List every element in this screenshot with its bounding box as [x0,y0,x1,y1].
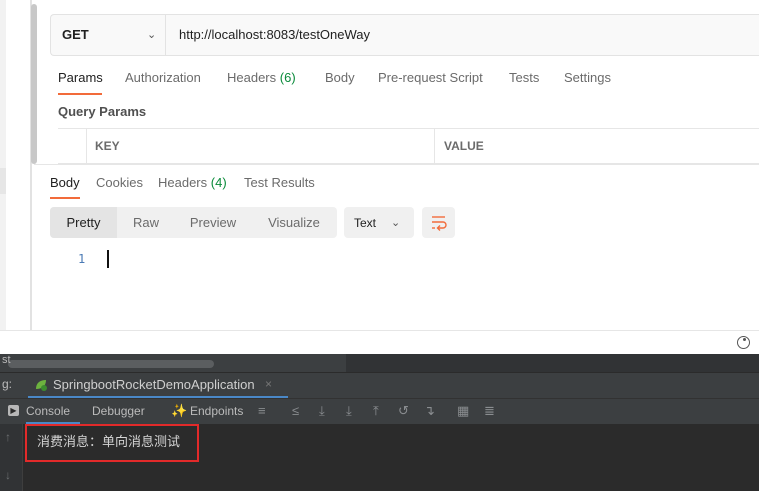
horizontal-scrollbar-thumb[interactable] [8,360,214,368]
view-raw-button[interactable]: Raw [117,207,175,238]
tab-params-underline [58,93,102,95]
format-label: Text [354,216,377,230]
tab-response-headers[interactable]: Headers (4) [158,175,227,190]
run-to-cursor-icon[interactable]: ↴ [424,403,435,419]
run-label: g: [2,377,13,391]
view-pretty-button[interactable]: Pretty [50,207,117,238]
spring-leaf-icon [36,380,47,391]
drop-frame-icon[interactable]: ↺ [398,403,409,419]
chevron-down-icon: ⌄ [391,217,401,229]
table-column-divider [434,129,435,163]
text-cursor [107,250,109,268]
show-execution-point-icon[interactable]: ≤ [292,403,299,418]
left-rail [0,0,6,330]
line-number: 1 [78,252,86,266]
tab-authorization[interactable]: Authorization [125,70,201,85]
vertical-scrollbar-thumb[interactable] [31,4,37,164]
response-divider[interactable] [34,164,759,165]
chevron-down-icon: ⌄ [147,29,157,41]
status-divider [0,330,759,331]
step-into-icon[interactable]: ⤓ [346,403,352,419]
step-out-icon[interactable]: ⤒ [373,403,379,419]
tab-response-body[interactable]: Body [50,175,80,190]
url-bar: GET ⌄ http://localhost:8083/testOneWay [50,14,759,56]
step-over-icon[interactable]: ⤓ [319,403,325,419]
wrap-lines-icon [432,216,447,231]
trace-icon[interactable]: ≣ [484,403,495,419]
tab-endpoints[interactable]: Endpoints [190,404,243,418]
console-icon: ▶ [8,405,19,416]
tab-test-results[interactable]: Test Results [244,175,315,190]
method-select[interactable]: GET ⌄ [51,15,166,55]
tab-console[interactable]: Console [26,404,70,418]
arrow-up-icon[interactable]: ↑ [5,430,11,444]
format-select[interactable]: Text ⌄ [344,207,414,238]
highlight-box [25,424,199,462]
tab-response-cookies[interactable]: Cookies [96,175,143,190]
console-gutter [0,424,23,491]
tab-tests[interactable]: Tests [509,70,539,85]
evaluate-icon[interactable]: ▦ [457,403,469,419]
tab-response-body-underline [50,197,80,199]
ide-top-label: st [2,354,11,366]
menu-icon[interactable]: ≡ [258,403,266,418]
tab-debugger[interactable]: Debugger [92,404,145,418]
ide-editor-tab-area [346,354,759,372]
tab-settings[interactable]: Settings [564,70,611,85]
endpoints-icon: ✨ [171,403,188,418]
arrow-down-icon[interactable]: ↓ [5,468,11,482]
view-visualize-button[interactable]: Visualize [251,207,337,238]
column-header-key: KEY [95,139,120,153]
tab-pre-request-script[interactable]: Pre-request Script [378,70,483,85]
run-config-tab[interactable]: SpringbootRocketDemoApplication [53,377,255,392]
wrap-lines-button[interactable] [422,207,455,238]
table-column-divider [86,129,87,163]
url-input[interactable]: http://localhost:8083/testOneWay [179,27,370,42]
method-label: GET [62,27,89,42]
column-header-value: VALUE [444,139,484,153]
tab-params[interactable]: Params [58,70,103,85]
query-params-table: KEY VALUE [58,128,759,164]
tab-headers[interactable]: Headers (6) [227,70,296,85]
view-preview-button[interactable]: Preview [175,207,251,238]
view-mode-group: Pretty Raw Preview Visualize [50,207,337,238]
tab-body[interactable]: Body [325,70,355,85]
left-rail-selection [0,168,6,194]
cookie-icon[interactable] [737,336,750,349]
close-icon[interactable]: × [265,377,272,391]
query-params-title: Query Params [58,104,147,119]
